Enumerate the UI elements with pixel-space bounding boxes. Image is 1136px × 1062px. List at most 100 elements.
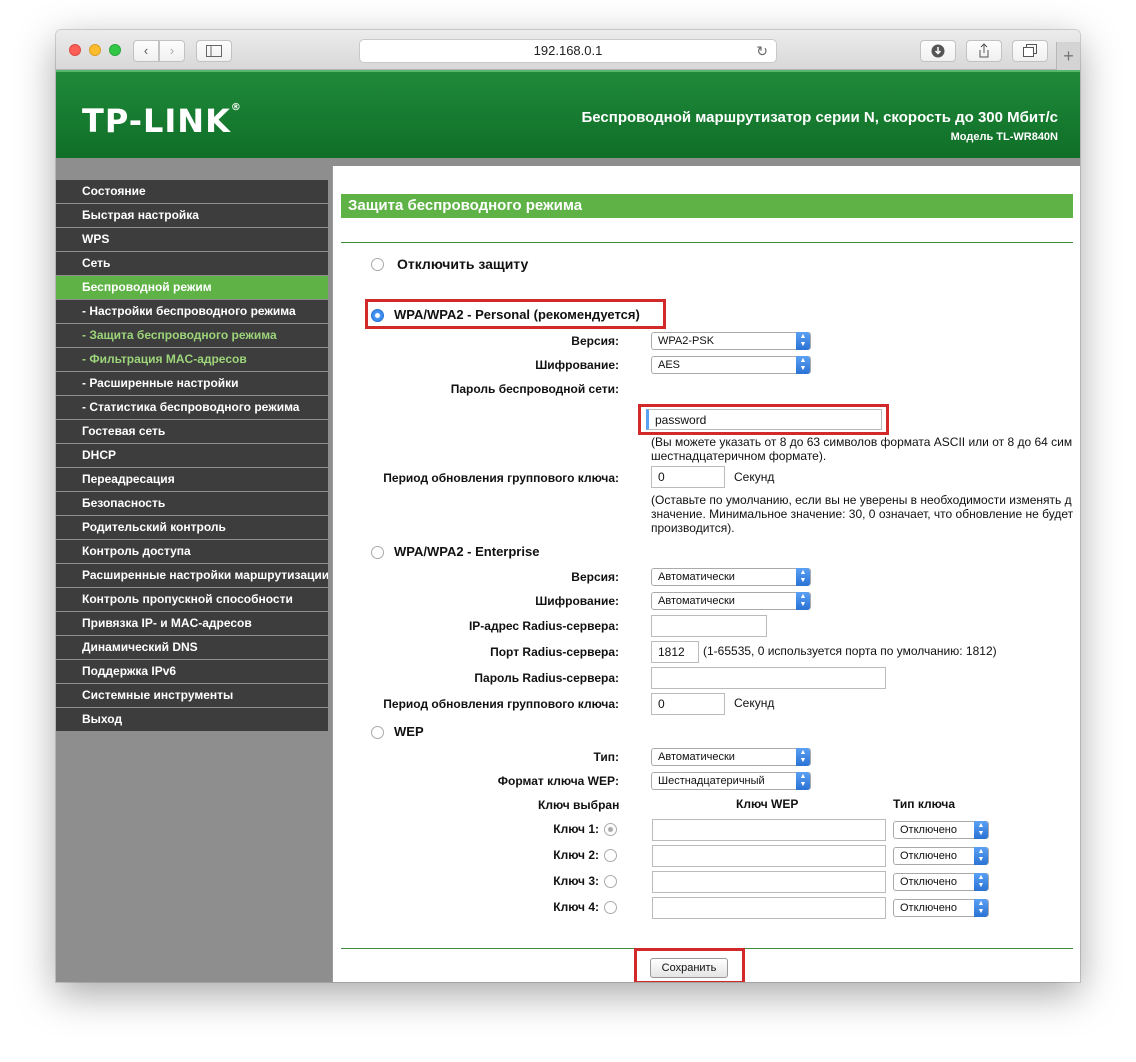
- wep-key3-input[interactable]: [652, 871, 886, 893]
- password-note-line2: шестнадцатеричном формате).: [651, 449, 827, 463]
- sidebar-item-forwarding[interactable]: Переадресация: [56, 468, 328, 491]
- wep-key4-type-select[interactable]: Отключено ▲ ▼: [893, 899, 989, 917]
- wep-key4-radio[interactable]: [604, 901, 617, 914]
- enterprise-version-select[interactable]: Автоматически ▲ ▼: [651, 568, 811, 586]
- save-button[interactable]: Сохранить: [650, 958, 728, 978]
- downloads-button[interactable]: [920, 40, 956, 62]
- main-content: Защита беспроводного режима Отключить за…: [332, 166, 1080, 982]
- sidebar-item-guest-network[interactable]: Гостевая сеть: [56, 420, 328, 443]
- blank-area: [901, 374, 1080, 404]
- wep-key2-type-select[interactable]: Отключено ▲ ▼: [893, 847, 989, 865]
- wep-key1-radio[interactable]: [604, 823, 617, 836]
- reload-icon[interactable]: ↻: [756, 40, 768, 62]
- sidebar-item-bandwidth-control[interactable]: Контроль пропускной способности: [56, 588, 328, 611]
- wep-format-value: Шестнадцатеричный: [658, 775, 765, 787]
- radius-ip-label: IP-адрес Radius-сервера:: [468, 619, 619, 633]
- sidebar-item-system-tools[interactable]: Системные инструменты: [56, 684, 328, 707]
- chevron-left-icon: ‹: [143, 43, 149, 58]
- sidebar-item-network[interactable]: Сеть: [56, 252, 328, 275]
- enterprise-group-key-label: Период обновления группового ключа:: [383, 697, 619, 711]
- wep-key1-type-select[interactable]: Отключено ▲ ▼: [893, 821, 989, 839]
- wep-key3-radio[interactable]: [604, 875, 617, 888]
- wep-radio[interactable]: [371, 726, 384, 739]
- wpa-enterprise-label: WPA/WPA2 - Enterprise: [394, 544, 540, 559]
- wep-type-select[interactable]: Автоматически ▲ ▼: [651, 748, 811, 766]
- enterprise-version-value: Автоматически: [658, 571, 735, 583]
- wep-col-selected: Ключ выбран: [538, 798, 620, 812]
- personal-seconds-label: Секунд: [734, 470, 775, 484]
- sidebar-item-access-control[interactable]: Контроль доступа: [56, 540, 328, 563]
- group-note-line3: производится).: [651, 521, 735, 535]
- sidebar-item-advanced-routing[interactable]: Расширенные настройки маршрутизации: [56, 564, 328, 587]
- personal-version-label: Версия:: [571, 334, 619, 348]
- wep-type-label: Тип:: [593, 750, 620, 764]
- radius-ip-input[interactable]: [651, 615, 767, 637]
- password-label: Пароль беспроводной сети:: [450, 382, 619, 396]
- enterprise-group-key-input[interactable]: 0: [651, 693, 725, 715]
- sidebar-item-wps[interactable]: WPS: [56, 228, 328, 251]
- radius-port-input[interactable]: 1812: [651, 641, 699, 663]
- divider-top: [341, 242, 1073, 243]
- disable-security-label: Отключить защиту: [397, 256, 529, 272]
- wep-key1-label: Ключ 1:: [553, 822, 599, 836]
- sidebar-icon: [206, 45, 222, 57]
- sidebar-item-dhcp[interactable]: DHCP: [56, 444, 328, 467]
- sidebar-item-wireless-security[interactable]: - Защита беспроводного режима: [56, 324, 328, 347]
- address-bar[interactable]: 192.168.0.1 ↻: [359, 39, 777, 63]
- minimize-window-icon[interactable]: [89, 44, 101, 56]
- tabs-overview-button[interactable]: [1012, 40, 1048, 62]
- sidebar-item-dynamic-dns[interactable]: Динамический DNS: [56, 636, 328, 659]
- disable-security-radio[interactable]: [371, 258, 384, 271]
- sidebar-item-mac-filtering[interactable]: - Фильтрация MAC-адресов: [56, 348, 328, 371]
- url-text: 192.168.0.1: [533, 43, 603, 58]
- wep-key4-label: Ключ 4:: [553, 900, 599, 914]
- wep-key2-radio[interactable]: [604, 849, 617, 862]
- sidebar-item-logout[interactable]: Выход: [56, 708, 328, 731]
- back-button[interactable]: ‹: [133, 40, 159, 62]
- maximize-window-icon[interactable]: [109, 44, 121, 56]
- wep-key3-type-select[interactable]: Отключено ▲ ▼: [893, 873, 989, 891]
- wep-format-select[interactable]: Шестнадцатеричный ▲ ▼: [651, 772, 811, 790]
- wpa-enterprise-radio[interactable]: [371, 546, 384, 559]
- wep-key1-input[interactable]: [652, 819, 886, 841]
- sidebar-toggle-button[interactable]: [196, 40, 232, 62]
- sidebar-item-wireless[interactable]: Беспроводной режим: [56, 276, 328, 299]
- header-divider: [56, 158, 1080, 166]
- wep-type-value: Автоматически: [658, 751, 735, 763]
- sidebar-item-quick-setup[interactable]: Быстрая настройка: [56, 204, 328, 227]
- select-arrows-icon: ▲ ▼: [796, 592, 810, 610]
- personal-group-key-label: Период обновления группового ключа:: [383, 471, 619, 485]
- header-title: Беспроводной маршрутизатор серии N, скор…: [581, 109, 1058, 126]
- password-note-line1: (Вы можете указать от 8 до 63 символов ф…: [651, 435, 1073, 449]
- sidebar-item-wireless-advanced[interactable]: - Расширенные настройки: [56, 372, 328, 395]
- personal-version-value: WPA2-PSK: [658, 335, 715, 347]
- group-note-line2: значение. Минимальное значение: 30, 0 оз…: [651, 507, 1074, 521]
- forward-button[interactable]: ›: [159, 40, 185, 62]
- sidebar-item-ipv6[interactable]: Поддержка IPv6: [56, 660, 328, 683]
- header-model: Модель TL-WR840N: [950, 131, 1058, 143]
- sidebar-item-status[interactable]: Состояние: [56, 180, 328, 203]
- router-header: TP-LINK® Беспроводной маршрутизатор сери…: [56, 70, 1080, 158]
- sidebar-item-wireless-statistics[interactable]: - Статистика беспроводного режима: [56, 396, 328, 419]
- personal-group-key-input[interactable]: 0: [651, 466, 725, 488]
- close-window-icon[interactable]: [69, 44, 81, 56]
- new-tab-button[interactable]: +: [1056, 42, 1080, 70]
- personal-version-select[interactable]: WPA2-PSK ▲ ▼: [651, 332, 811, 350]
- enterprise-encryption-select[interactable]: Автоматически ▲ ▼: [651, 592, 811, 610]
- radius-password-input[interactable]: [651, 667, 886, 689]
- sidebar-item-ip-mac-binding[interactable]: Привязка IP- и MAC-адресов: [56, 612, 328, 635]
- wpa-personal-radio[interactable]: [371, 309, 384, 322]
- wep-format-label: Формат ключа WEP:: [497, 774, 619, 788]
- wep-key2-input[interactable]: [652, 845, 886, 867]
- share-button[interactable]: [966, 40, 1002, 62]
- enterprise-version-label: Версия:: [571, 570, 619, 584]
- sidebar-item-security[interactable]: Безопасность: [56, 492, 328, 515]
- download-icon: [931, 44, 945, 58]
- select-arrows-icon: ▲ ▼: [974, 821, 988, 839]
- personal-encryption-select[interactable]: AES ▲ ▼: [651, 356, 811, 374]
- password-input[interactable]: password: [646, 409, 882, 430]
- sidebar-item-parental-control[interactable]: Родительский контроль: [56, 516, 328, 539]
- sidebar-item-wireless-settings[interactable]: - Настройки беспроводного режима: [56, 300, 328, 323]
- enterprise-seconds-label: Секунд: [734, 696, 775, 710]
- wep-key4-input[interactable]: [652, 897, 886, 919]
